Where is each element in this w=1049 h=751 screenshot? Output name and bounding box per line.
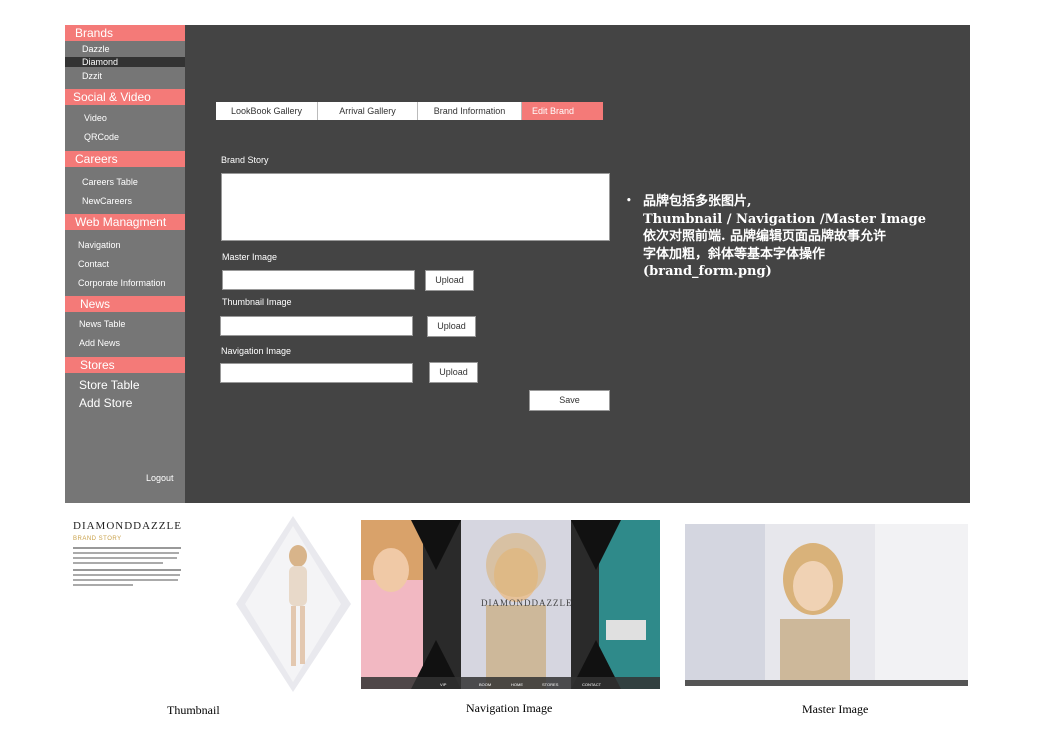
navigation-image-label: Navigation Image [221,346,292,356]
sidebar-item-add-store[interactable]: Add Store [79,396,132,410]
sidebar-item-diamond[interactable]: Diamond [65,57,185,67]
sidebar-section-news[interactable]: News [65,296,185,312]
nav-preview-item: HOME [511,682,523,687]
master-caption: Master Image [802,702,869,716]
sidebar-item-video[interactable]: Video [84,113,107,123]
thumbnail-image-label: Thumbnail Image [222,297,292,307]
navigation-image-upload-button[interactable]: Upload [429,362,478,383]
sidebar-item-contact[interactable]: Contact [78,259,109,269]
nav-preview-logo: DIAMONDDAZZLE [481,598,573,608]
brand-story-label: Brand Story [221,155,269,165]
sidebar-item-newcareers[interactable]: NewCareers [82,196,132,206]
sidebar-item-careers-table[interactable]: Careers Table [82,177,138,187]
brand-story-subtitle: BRAND STORY [73,536,122,542]
master-image-input[interactable] [222,270,415,290]
note-line: 字体加粗，斜体等基本字体操作 [643,246,826,262]
sidebar-section-careers[interactable]: Careers [65,151,185,167]
sidebar-section-stores[interactable]: Stores [65,357,185,373]
nav-preview-item: BOOM [479,682,491,687]
sidebar-item-add-news[interactable]: Add News [79,338,120,348]
thumbnail-image-upload-button[interactable]: Upload [427,316,476,337]
note-line: (brand_form.png) [643,264,772,279]
sidebar-item-corporate-information[interactable]: Corporate Information [78,278,166,288]
note-bullet: • [626,196,632,206]
tab-lookbook-gallery[interactable]: LookBook Gallery [216,102,318,120]
sidebar-section-social-video[interactable]: Social & Video [65,89,185,105]
tab-edit-brand[interactable]: Edit Brand [522,102,603,120]
brand-logo: DIAMONDDAZZLE [73,520,182,532]
nav-preview-item: CONTACT [582,682,602,687]
master-image-label: Master Image [222,252,278,262]
note-line: 品牌包括多张图片, [643,194,752,209]
sidebar-section-web-managment[interactable]: Web Managment [65,214,185,230]
navigation-caption: Navigation Image [466,701,553,715]
save-button[interactable]: Save [529,390,610,411]
master-image-upload-button[interactable]: Upload [425,270,474,291]
thumbnail-preview-text: DIAMONDDAZZLE BRAND STORY [73,520,185,586]
sidebar: Brands Dazzle Diamond Dzzit Social & Vid… [65,25,185,503]
logout-link[interactable]: Logout [146,473,174,483]
note-line: Thumbnail / Navigation /Master Image [643,211,927,227]
master-preview-image [685,524,968,686]
sidebar-item-qrcode[interactable]: QRCode [84,132,119,142]
nav-preview-item: STORES [542,682,559,687]
nav-preview-item: VIP [440,682,447,687]
note-line: 依次对照前端. 品牌编辑页面品牌故事允许 [643,229,887,244]
thumbnail-image-input[interactable] [220,316,413,336]
thumbnail-diamond-image [236,516,351,692]
sidebar-item-store-table[interactable]: Store Table [79,378,140,392]
navigation-preview-image: DIAMONDDAZZLE VIP BOOM HOME STORES CONTA… [361,520,660,689]
sidebar-item-navigation[interactable]: Navigation [78,240,121,250]
navigation-image-input[interactable] [220,363,413,383]
sidebar-section-brands[interactable]: Brands [65,25,185,41]
sidebar-item-dzzit[interactable]: Dzzit [82,71,102,81]
tab-brand-information[interactable]: Brand Information [418,102,522,120]
thumbnail-caption: Thumbnail [167,703,220,717]
body-text-placeholder [73,547,185,586]
sidebar-item-news-table[interactable]: News Table [79,319,125,329]
brand-story-textarea[interactable] [221,173,610,241]
tab-arrival-gallery[interactable]: Arrival Gallery [318,102,418,120]
sidebar-item-dazzle[interactable]: Dazzle [82,44,110,54]
